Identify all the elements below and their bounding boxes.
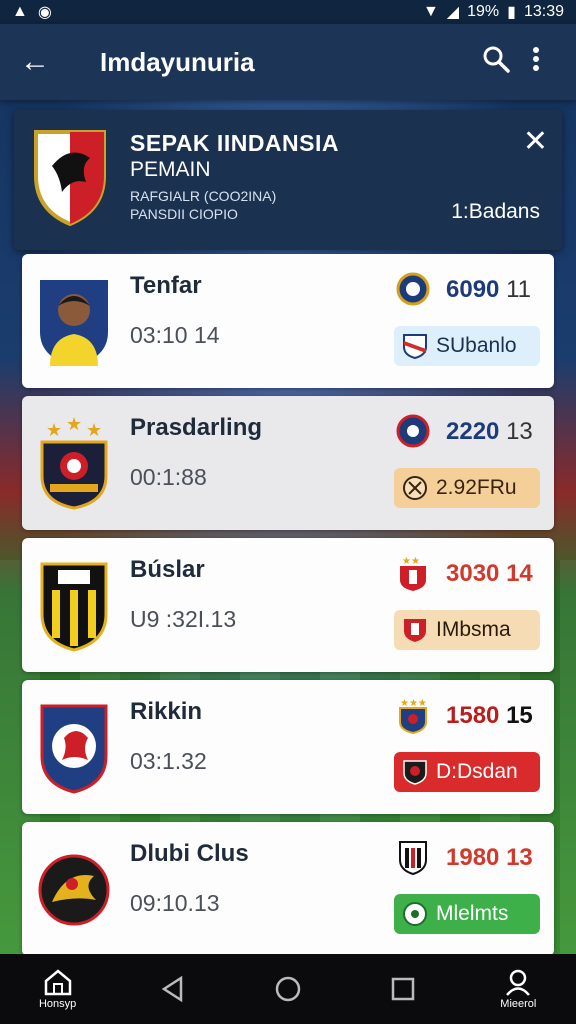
back-arrow-icon[interactable]: ←: [20, 45, 60, 79]
club-crest-icon: [38, 854, 110, 926]
status-badge[interactable]: SUbanlo: [394, 326, 540, 366]
nav-home-label: Honsyp: [38, 998, 77, 1010]
league-header-card: SEPAK IINDANSIA PEMAIN RAFGIALR (COO2INA…: [14, 110, 562, 250]
svg-text:★: ★: [46, 420, 62, 440]
svg-text:★: ★: [86, 420, 102, 440]
club-time: 00:1:88: [130, 464, 207, 490]
club-score: 2220 13: [446, 418, 533, 445]
ball-icon: [403, 476, 427, 500]
flag-shield-icon: [403, 334, 427, 359]
league-info-2: PANSDII CIOPIO: [130, 206, 238, 222]
club-time: 09:10.13: [130, 890, 220, 916]
club-score: 3030 14: [446, 560, 533, 587]
shield-icon: [403, 760, 427, 785]
search-icon[interactable]: [476, 44, 516, 81]
notification-icon: ▲: [12, 3, 28, 20]
league-subtitle: PEMAIN: [130, 158, 211, 181]
shield-badge-icon: [399, 841, 427, 876]
more-vert-icon[interactable]: [516, 44, 556, 81]
close-icon[interactable]: ✕: [523, 124, 548, 159]
svg-text:★: ★: [66, 414, 82, 434]
battery-icon: ▮: [507, 4, 516, 21]
league-count: 1:Badans: [451, 200, 540, 223]
status-badge[interactable]: IMbsma: [394, 610, 540, 650]
svg-text:★★: ★★: [402, 556, 420, 567]
club-name: Rikkin: [130, 698, 203, 725]
status-badge[interactable]: 2.92FRu: [394, 468, 540, 508]
club-score: 6090 11: [446, 276, 531, 303]
club-row[interactable]: ★ ★ ★ Prasdarling 00:1:88 2220 13 2.92FRu: [22, 396, 554, 530]
status-badge[interactable]: Mlelmts: [394, 894, 540, 934]
nav-back[interactable]: [133, 975, 213, 1003]
shield-badge-icon: ★★★: [399, 698, 427, 734]
clock: 13:39: [523, 3, 564, 20]
home-icon: [44, 969, 71, 996]
app-title: Imdayunuria: [100, 46, 255, 77]
club-name: Tenfar: [130, 272, 202, 299]
club-crest-icon: [40, 704, 108, 794]
ball-badge-icon: [396, 272, 430, 306]
home-circle-icon: [275, 976, 301, 1002]
back-triangle-icon: [161, 975, 183, 1003]
league-shield-icon: [34, 130, 106, 226]
club-score: 1980 13: [446, 844, 533, 871]
club-row[interactable]: Dlubi Clus 09:10.13 1980 13 Mlelmts: [22, 822, 554, 956]
club-crest-icon: [40, 562, 108, 652]
recents-square-icon: [391, 977, 415, 1001]
club-time: 03:1.32: [130, 748, 207, 774]
club-score: 1580 15: [446, 702, 533, 729]
status-badge[interactable]: D:Dsdan: [394, 752, 540, 792]
club-row[interactable]: Búslar U9 :32I.13 ★★ 3030 14 IMbsma: [22, 538, 554, 672]
nav-recents[interactable]: [363, 975, 443, 1003]
club-row[interactable]: Tenfar 03:10 14 6090 11 SUbanlo: [22, 254, 554, 388]
ball-icon: [403, 902, 427, 926]
club-list: Tenfar 03:10 14 6090 11 SUbanlo ★ ★ ★ Pras…: [22, 254, 554, 964]
player-avatar: [40, 280, 108, 366]
nav-home-circle[interactable]: [248, 975, 328, 1003]
bottom-navigation: Honsyp Mieerol: [0, 954, 576, 1024]
shield-icon: [404, 619, 426, 642]
status-bar: ▲ ◉ ▼ ◢ 19% ▮ 13:39: [0, 0, 576, 24]
club-crest-icon: ★ ★ ★: [40, 414, 108, 510]
club-name: Prasdarling: [130, 414, 263, 441]
wifi-icon: ▼: [422, 3, 439, 20]
club-time: 03:10 14: [130, 322, 220, 348]
club-name: Dlubi Clus: [130, 840, 249, 867]
profile-icon: [506, 969, 531, 996]
nav-home[interactable]: Honsyp: [18, 968, 98, 1010]
app-bar: ← Imdayunuria: [0, 24, 576, 100]
club-row[interactable]: Rikkin 03:1.32 ★★★ 1580 15 D:Dsdan: [22, 680, 554, 814]
sync-icon: ◉: [37, 4, 52, 21]
battery-percent: 19%: [467, 3, 500, 20]
nav-profile-label: Mieerol: [500, 998, 537, 1010]
league-title: SEPAK IINDANSIA: [130, 130, 339, 156]
club-name: Búslar: [130, 556, 205, 583]
shield-badge-icon: ★★: [400, 556, 426, 591]
signal-icon: ◢: [446, 4, 460, 21]
league-info-1: RAFGIALR (COO2INA): [130, 188, 277, 204]
shield-badge-icon: [396, 414, 430, 448]
nav-profile[interactable]: Mieerol: [478, 968, 558, 1010]
club-time: U9 :32I.13: [130, 606, 237, 632]
